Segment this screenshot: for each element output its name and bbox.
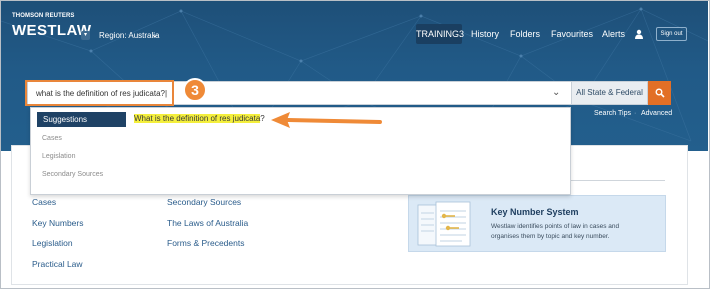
chevron-down-icon[interactable]: ⌄ [151, 29, 159, 40]
nav-training[interactable]: TRAINING3 [416, 24, 464, 44]
jurisdiction-selector[interactable]: All State & Federal [571, 81, 648, 105]
chevron-down-icon[interactable]: ⌄ [552, 87, 560, 98]
divider [570, 180, 665, 181]
key-number-description: Westlaw identifies points of law in case… [491, 223, 620, 230]
link-practical-law[interactable]: Practical Law [32, 259, 83, 269]
nav-alerts[interactable]: Alerts [602, 24, 625, 44]
annotation-arrow-icon [271, 112, 382, 128]
link-separator: · [634, 110, 637, 117]
link-laws-of-australia[interactable]: The Laws of Australia [167, 218, 248, 228]
suggestion-category-legislation[interactable]: Legislation [42, 153, 75, 160]
brand-publisher: THOMSON REUTERS [12, 13, 75, 19]
chevron-down-icon[interactable]: ▾ [81, 31, 90, 40]
key-number-title[interactable]: Key Number System [491, 207, 579, 217]
advanced-search-link[interactable]: Advanced [641, 110, 672, 117]
search-icon [655, 88, 665, 98]
link-cases[interactable]: Cases [32, 197, 56, 207]
tab-suggestions[interactable]: Suggestions [37, 112, 126, 127]
key-number-description: organises them by topic and key number. [491, 233, 610, 240]
suggestion-category-secondary-sources[interactable]: Secondary Sources [42, 171, 103, 178]
nav-favourites[interactable]: Favourites [551, 24, 593, 44]
step-number-badge: 3 [183, 78, 207, 102]
search-tips-link[interactable]: Search Tips [594, 110, 631, 117]
suggestion-highlight: What is the definition of res judicata [134, 114, 261, 123]
user-icon[interactable] [634, 29, 644, 39]
suggestion-tail: ? [260, 114, 265, 123]
link-forms-precedents[interactable]: Forms & Precedents [167, 238, 244, 248]
nav-folders[interactable]: Folders [510, 24, 540, 44]
suggestion-item[interactable]: What is the definition of res judicata? [134, 114, 265, 123]
link-secondary-sources[interactable]: Secondary Sources [167, 197, 241, 207]
nav-history[interactable]: History [471, 24, 499, 44]
step-highlight-box [25, 80, 174, 106]
signout-button[interactable]: Sign out [656, 27, 687, 41]
suggestion-category-cases[interactable]: Cases [42, 135, 62, 142]
brand-logo[interactable]: WESTLAW [12, 22, 91, 39]
key-number-illustration-icon [417, 201, 471, 247]
link-legislation[interactable]: Legislation [32, 238, 73, 248]
link-key-numbers[interactable]: Key Numbers [32, 218, 84, 228]
search-button[interactable] [648, 81, 671, 105]
